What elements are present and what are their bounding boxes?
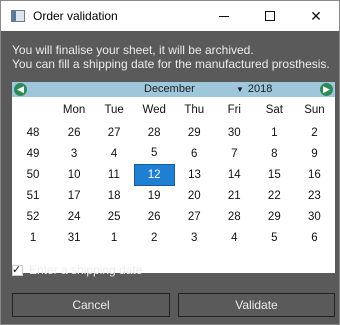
arrow-right-icon: ▶ (323, 84, 330, 94)
calendar-day[interactable]: 8 (254, 143, 294, 164)
shipping-date-checkbox[interactable]: ✓ (12, 263, 23, 276)
calendar-table: Mon Tue Wed Thu Fri Sat Sun 48 26 27 28 29 30 1 2 49 3 4… (12, 97, 335, 248)
calendar-day[interactable]: 9 (294, 143, 334, 164)
calendar-day[interactable]: 3 (174, 227, 214, 248)
week-number: 48 (26, 126, 40, 139)
calendar-week-row: 51 17 18 19 20 21 22 23 (12, 185, 335, 206)
weekday-header: Thu (184, 103, 205, 116)
calendar-day[interactable]: 28 (134, 122, 174, 143)
week-number: 49 (26, 147, 40, 160)
shipping-date-option[interactable]: ✓ Enter a shipping date (12, 263, 142, 277)
weekday-header: Mon (62, 103, 86, 116)
calendar-week-row: 50 10 11 12 13 14 15 16 (12, 163, 335, 186)
calendar-day[interactable]: 14 (214, 164, 254, 185)
shipping-date-label: Enter a shipping date (29, 263, 143, 277)
title-bar[interactable]: Order validation ✕ (1, 1, 339, 31)
calendar-week-row: 48 26 27 28 29 30 1 2 (12, 122, 335, 143)
calendar-day[interactable]: 2 (134, 227, 174, 248)
calendar-body: 48 26 27 28 29 30 1 2 49 3 4 5 6 7 8 9 50 10 11 12 13 14 15 16 5… (12, 122, 335, 248)
previous-month-button[interactable]: ◀ (14, 83, 27, 96)
calendar-day[interactable]: 7 (214, 143, 254, 164)
window-title: Order validation (33, 9, 118, 23)
week-number: 1 (29, 231, 37, 244)
validate-button[interactable]: Validate (178, 293, 335, 317)
calendar-week-row: 1 31 1 2 3 4 5 6 (12, 227, 335, 248)
calendar-navigation-bar: ◀ December ▼ 2018 ▶ (12, 82, 335, 97)
cancel-button[interactable]: Cancel (12, 293, 170, 317)
calendar-day[interactable]: 28 (214, 206, 254, 227)
weekday-header-row: Mon Tue Wed Thu Fri Sat Sun (12, 97, 335, 122)
week-number-header (12, 97, 54, 122)
calendar-day[interactable]: 27 (94, 122, 134, 143)
weekday-header: Sun (304, 103, 325, 116)
calendar-day[interactable]: 13 (174, 164, 214, 185)
calendar-day[interactable]: 23 (294, 185, 334, 206)
app-window-icon (11, 10, 25, 22)
calendar-week-row: 49 3 4 5 6 7 8 9 (12, 143, 335, 164)
month-selector[interactable]: December (144, 83, 195, 95)
calendar-day[interactable]: 6 (294, 227, 334, 248)
calendar-day[interactable]: 4 (94, 143, 134, 164)
calendar-day[interactable]: 1 (94, 227, 134, 248)
minimize-button[interactable] (201, 1, 247, 31)
maximize-icon (265, 11, 275, 21)
calendar-day[interactable]: 1 (254, 122, 294, 143)
calendar-day[interactable]: 22 (254, 185, 294, 206)
week-number: 50 (26, 168, 40, 181)
arrow-left-icon: ◀ (17, 84, 24, 94)
calendar-day[interactable]: 25 (94, 206, 134, 227)
calendar-day[interactable]: 31 (54, 227, 94, 248)
calendar-day[interactable]: 15 (254, 164, 294, 185)
minimize-icon (219, 15, 229, 17)
checkmark-icon: ✓ (12, 263, 22, 276)
calendar-day[interactable]: 30 (294, 206, 334, 227)
calendar-day[interactable]: 26 (134, 206, 174, 227)
week-number: 51 (26, 189, 40, 202)
calendar-day[interactable]: 3 (54, 143, 94, 164)
order-validation-window: Order validation ✕ You will finalise you… (0, 0, 340, 325)
maximize-button[interactable] (247, 1, 293, 31)
calendar-day[interactable]: 26 (54, 122, 94, 143)
calendar-day[interactable]: 17 (54, 185, 94, 206)
calendar-day[interactable]: 4 (214, 227, 254, 248)
calendar-grid: Mon Tue Wed Thu Fri Sat Sun 48 26 27 28 29 30 1 2 49 3 4… (12, 97, 335, 273)
year-selector[interactable]: ▼ 2018 (236, 83, 272, 95)
calendar-day[interactable]: 2 (294, 122, 334, 143)
calendar-day[interactable]: 30 (214, 122, 254, 143)
weekday-header: Wed (142, 103, 166, 116)
calendar-day[interactable]: 11 (94, 164, 134, 185)
calendar-day[interactable]: 5 (134, 143, 174, 164)
calendar-day[interactable]: 6 (174, 143, 214, 164)
calendar-week-row: 52 24 25 26 27 28 29 30 (12, 206, 335, 227)
calendar-day[interactable]: 29 (174, 122, 214, 143)
calendar-day[interactable]: 5 (254, 227, 294, 248)
calendar-day[interactable]: 20 (174, 185, 214, 206)
calendar-day[interactable]: 18 (94, 185, 134, 206)
dialog-content: You will finalise your sheet, it will be… (1, 31, 339, 324)
year-value: 2018 (247, 83, 273, 95)
week-number: 52 (26, 210, 40, 223)
weekday-header: Tue (104, 103, 124, 116)
dropdown-arrow-icon: ▼ (236, 84, 244, 94)
calendar-day[interactable]: 21 (214, 185, 254, 206)
next-month-button[interactable]: ▶ (320, 83, 333, 96)
close-icon: ✕ (310, 7, 322, 24)
info-message-line-1: You will finalise your sheet, it will be… (12, 43, 254, 57)
info-message-line-2: You can fill a shipping date for the man… (12, 57, 330, 71)
weekday-header: Sat (265, 103, 283, 116)
weekday-header: Fri (227, 103, 241, 116)
calendar-day-selected[interactable]: 12 (133, 163, 175, 186)
calendar-day[interactable]: 16 (294, 164, 334, 185)
close-button[interactable]: ✕ (293, 1, 339, 31)
calendar-day[interactable]: 19 (134, 185, 174, 206)
calendar-day[interactable]: 29 (254, 206, 294, 227)
calendar-day[interactable]: 27 (174, 206, 214, 227)
calendar-day[interactable]: 24 (54, 206, 94, 227)
calendar-day[interactable]: 10 (54, 164, 94, 185)
